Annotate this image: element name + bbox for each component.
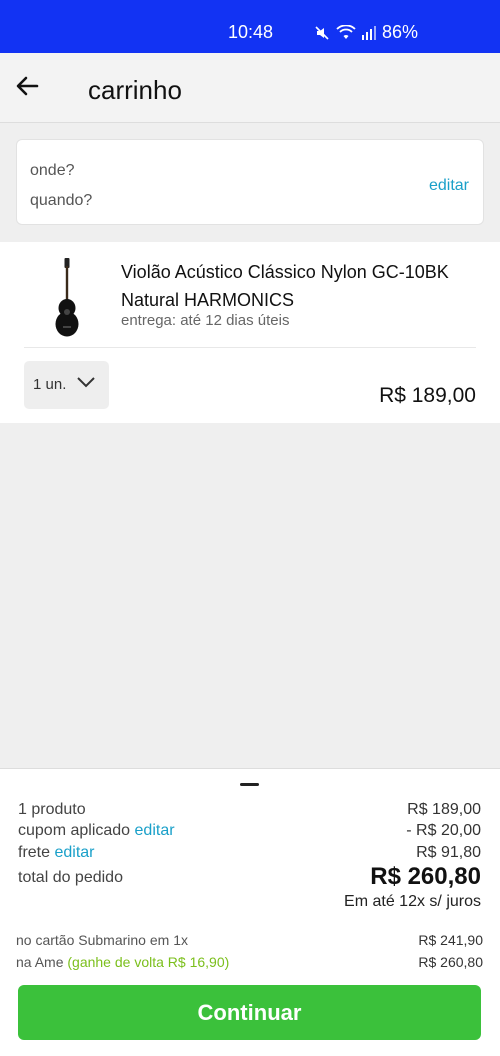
coupon-label: cupom aplicado xyxy=(18,822,131,839)
products-row: 1 produto R$ 189,00 xyxy=(18,801,481,819)
item-price: R$ 189,00 xyxy=(379,384,476,407)
quantity-selector[interactable]: 1 un. xyxy=(24,361,109,409)
divider xyxy=(24,347,476,348)
total-label: total do pedido xyxy=(18,869,123,886)
card-payment-label: no cartão Submarino em 1x xyxy=(16,932,188,948)
card-payment-value: R$ 241,90 xyxy=(418,932,483,948)
status-icons: 86% xyxy=(314,22,418,43)
where-label: onde? xyxy=(30,162,75,179)
edit-location-link[interactable]: editar xyxy=(429,177,469,195)
cart-item: Violão Acústico Clássico Nylon GC-10BK N… xyxy=(0,242,500,423)
installments-note: Em até 12x s/ juros xyxy=(344,893,481,910)
card-payment-row: no cartão Submarino em 1x R$ 241,90 xyxy=(16,932,483,948)
delivery-estimate: entrega: até 12 dias úteis xyxy=(121,312,290,329)
shipping-label: frete xyxy=(18,844,51,861)
edit-shipping-link[interactable]: editar xyxy=(54,844,94,861)
when-label: quando? xyxy=(30,192,93,209)
order-summary-sheet: 1 produto R$ 189,00 cupom aplicado edita… xyxy=(0,768,500,1056)
coupon-row: cupom aplicado editar - R$ 20,00 xyxy=(18,822,481,840)
page-title: carrinho xyxy=(88,75,182,105)
products-label: 1 produto xyxy=(18,801,86,818)
edit-coupon-link[interactable]: editar xyxy=(135,822,175,839)
back-arrow-icon[interactable] xyxy=(14,73,40,99)
quantity-value: 1 un. xyxy=(33,376,67,393)
products-value: R$ 189,00 xyxy=(407,801,481,818)
product-title[interactable]: Violão Acústico Clássico Nylon GC-10BK N… xyxy=(121,258,471,314)
app-bar: carrinho xyxy=(0,53,500,123)
shipping-row: frete editar R$ 91,80 xyxy=(18,844,481,862)
total-value: R$ 260,80 xyxy=(370,863,481,890)
signal-icon xyxy=(362,25,376,40)
ame-payment-label: na Ame xyxy=(16,954,64,970)
status-time: 10:48 xyxy=(228,22,274,42)
mute-icon xyxy=(315,25,329,40)
chevron-down-icon xyxy=(77,377,95,388)
shipping-value: R$ 91,80 xyxy=(416,844,481,861)
battery-level: 86% xyxy=(382,22,419,42)
wifi-icon xyxy=(336,24,356,39)
ame-payment-row: na Ame (ganhe de volta R$ 16,90) R$ 260,… xyxy=(16,954,483,970)
sheet-drag-handle[interactable] xyxy=(240,783,259,786)
coupon-value: - R$ 20,00 xyxy=(406,822,481,839)
status-bar: 10:48 86% xyxy=(0,0,500,53)
ame-cashback: (ganhe de volta R$ 16,90) xyxy=(67,954,230,970)
delivery-location-card[interactable]: onde? quando? editar xyxy=(16,139,484,225)
continue-button[interactable]: Continuar xyxy=(18,985,481,1040)
ame-payment-value: R$ 260,80 xyxy=(418,954,483,970)
guitar-product-image[interactable] xyxy=(44,256,90,340)
